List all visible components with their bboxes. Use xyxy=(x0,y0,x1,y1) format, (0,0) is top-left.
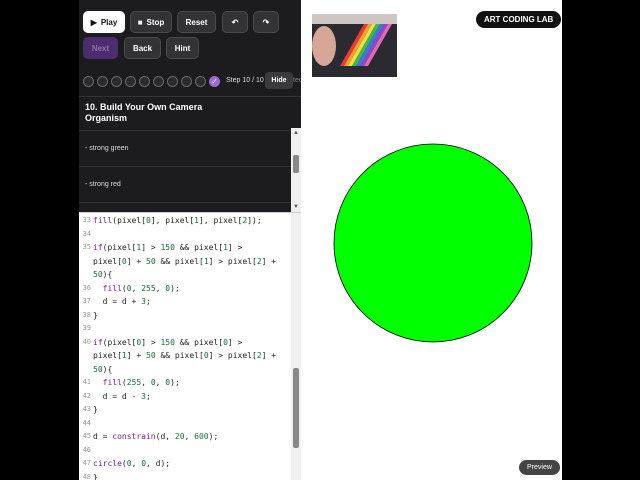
line-number: 41 xyxy=(82,378,91,386)
stop-button[interactable]: ■ Stop xyxy=(130,11,172,33)
line-number: 45 xyxy=(82,432,91,440)
hint-button[interactable]: Hint xyxy=(166,37,199,59)
scrollbar-thumb[interactable] xyxy=(293,155,299,173)
line-number: 43 xyxy=(82,405,91,413)
step-dot[interactable] xyxy=(167,76,178,87)
step-dot[interactable] xyxy=(195,76,206,87)
code-line[interactable]: 50){ xyxy=(93,365,112,374)
code-line[interactable]: if(pixel[1] > 150 && pixel[1] > xyxy=(93,243,242,252)
code-line[interactable]: } xyxy=(93,473,98,480)
instructions-panel: 10. Build Your Own Camera Organism - str… xyxy=(79,96,301,212)
code-line[interactable]: 50){ xyxy=(93,270,112,279)
line-number: 33 xyxy=(82,216,91,224)
hide-button[interactable]: Hide xyxy=(265,72,293,89)
code-line[interactable]: d = d + 3; xyxy=(93,297,151,306)
line-number: 35 xyxy=(82,243,91,251)
organism-circle xyxy=(333,143,533,343)
line-number: 34 xyxy=(82,229,91,238)
editor-scrollbar[interactable] xyxy=(291,213,301,480)
line-number: 48 xyxy=(82,472,91,480)
code-line[interactable]: fill(pixel[0], pixel[1], pixel[2]); xyxy=(93,216,262,225)
code-line[interactable]: circle(0, 0, d); xyxy=(93,459,170,468)
code-line[interactable]: if(pixel[0] > 150 && pixel[0] > xyxy=(93,338,242,347)
code-line[interactable]: fill(0, 255, 0); xyxy=(93,284,180,293)
instruction-divider xyxy=(79,202,291,212)
sketch-canvas[interactable]: ART CODING LAB Preview xyxy=(301,0,562,480)
play-icon: ▶ xyxy=(90,17,97,27)
line-number: 46 xyxy=(82,445,91,454)
step-dot-current[interactable]: ✓ xyxy=(209,76,220,87)
code-line[interactable]: fill(255, 0, 0); xyxy=(93,378,180,387)
step-dot[interactable] xyxy=(181,76,192,87)
camera-image xyxy=(312,14,397,77)
step-dot[interactable] xyxy=(153,76,164,87)
line-number: 47 xyxy=(82,459,91,467)
undo-button[interactable]: ↶ xyxy=(222,11,248,33)
step-label: Step 10 / 10 xyxy=(226,77,264,84)
line-number: 37 xyxy=(82,297,91,305)
code-line[interactable]: } xyxy=(93,405,98,414)
step-dot[interactable] xyxy=(125,76,136,87)
camera-preview xyxy=(312,14,397,77)
preview-button[interactable]: Preview xyxy=(519,460,560,475)
step-dot[interactable] xyxy=(111,76,122,87)
redo-icon: ↷ xyxy=(262,17,270,27)
code-line[interactable]: d = constrain(d, 20, 600); xyxy=(93,432,218,441)
back-button[interactable]: Back xyxy=(124,37,161,59)
instruction-line: - strong green xyxy=(79,130,291,166)
line-number: 44 xyxy=(82,418,91,427)
scroll-up-icon[interactable]: ▲ xyxy=(292,129,300,137)
step-extra-text: tec xyxy=(293,77,301,84)
scrollbar-thumb[interactable] xyxy=(293,368,299,448)
instruction-line: - strong red xyxy=(79,166,291,202)
step-dot[interactable] xyxy=(83,76,94,87)
instructions-scrollbar[interactable]: ▲ ▼ xyxy=(291,128,301,212)
instructions-title: 10. Build Your Own Camera Organism xyxy=(85,102,203,123)
code-line[interactable]: d = d - 3; xyxy=(93,392,151,401)
line-number: 40 xyxy=(82,337,91,346)
reset-button[interactable]: Reset xyxy=(177,11,216,33)
app-window: ▶ Play ■ Stop Reset ↶ ↷ Next Back Hint ✓ S… xyxy=(79,0,562,480)
step-dot[interactable] xyxy=(97,76,108,87)
undo-icon: ↶ xyxy=(231,17,239,27)
code-line[interactable]: pixel[1] + 50 && pixel[0] > pixel[2] + xyxy=(93,351,276,360)
line-number: 39 xyxy=(82,324,91,332)
scroll-down-icon[interactable]: ▼ xyxy=(292,203,300,211)
code-line[interactable]: } xyxy=(93,311,98,320)
play-button[interactable]: ▶ Play xyxy=(83,11,125,33)
brand-badge: ART CODING LAB xyxy=(476,11,562,28)
left-panel: ▶ Play ■ Stop Reset ↶ ↷ Next Back Hint ✓ S… xyxy=(79,0,301,480)
line-number: 38 xyxy=(82,310,91,319)
redo-button[interactable]: ↷ xyxy=(253,11,279,33)
step-dot[interactable] xyxy=(139,76,150,87)
line-number: 36 xyxy=(82,283,91,292)
code-line[interactable]: pixel[0] + 50 && pixel[1] > pixel[2] + xyxy=(93,257,276,266)
next-button[interactable]: Next xyxy=(83,37,118,59)
stop-icon: ■ xyxy=(137,17,143,27)
code-editor[interactable]: 33 fill(pixel[0], pixel[1], pixel[2]); 34 3… xyxy=(79,212,301,480)
line-number: 42 xyxy=(82,391,91,400)
